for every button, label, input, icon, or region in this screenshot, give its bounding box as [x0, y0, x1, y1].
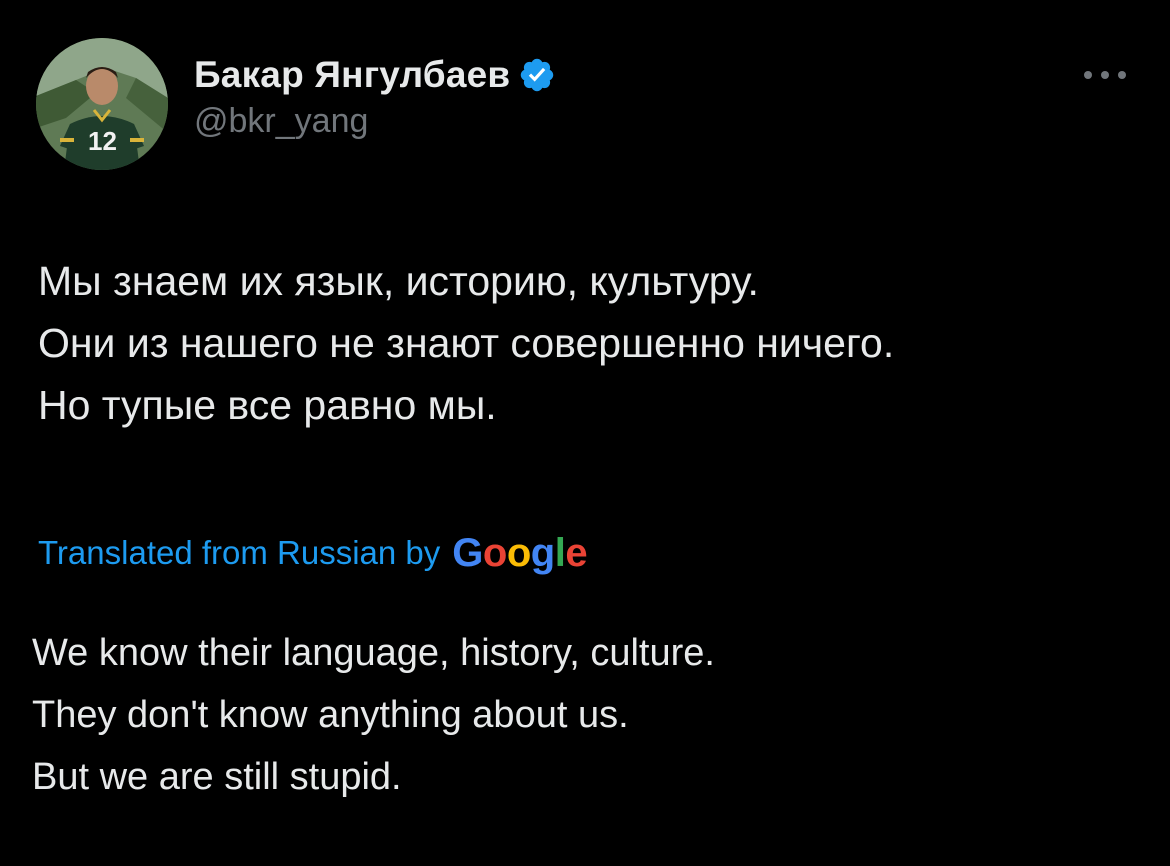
- translated-line: We know their language, history, culture…: [32, 632, 715, 674]
- tweet-line: Мы знаем их язык, историю, культуру.: [38, 258, 759, 304]
- user-handle[interactable]: @bkr_yang: [194, 102, 556, 141]
- tweet-line: Они из нашего не знают совершенно ничего…: [38, 320, 895, 366]
- google-logo: Google: [452, 530, 588, 575]
- more-options-button[interactable]: [1078, 60, 1132, 90]
- avatar[interactable]: 12: [36, 38, 168, 170]
- avatar-image: 12: [36, 38, 168, 170]
- display-name[interactable]: Бакар Янгулбаев: [194, 54, 510, 96]
- author-info: Бакар Янгулбаев @bkr_yang: [194, 52, 556, 141]
- more-horizontal-icon: [1084, 71, 1126, 79]
- name-row: Бакар Янгулбаев: [194, 52, 556, 98]
- verified-badge-icon[interactable]: [518, 56, 556, 94]
- avatar-jersey-number: 12: [88, 126, 117, 156]
- translation-attribution[interactable]: Translated from Russian by Google: [38, 528, 588, 578]
- translated-from-label[interactable]: Translated from Russian by: [38, 534, 440, 572]
- tweet-text: Мы знаем их язык, историю, культуру. Они…: [38, 250, 1138, 436]
- tweet-line: Но тупые все равно мы.: [38, 382, 497, 428]
- translated-line: But we are still stupid.: [32, 756, 402, 798]
- translated-text: We know their language, history, culture…: [32, 622, 1132, 808]
- translated-line: They don't know anything about us.: [32, 694, 629, 736]
